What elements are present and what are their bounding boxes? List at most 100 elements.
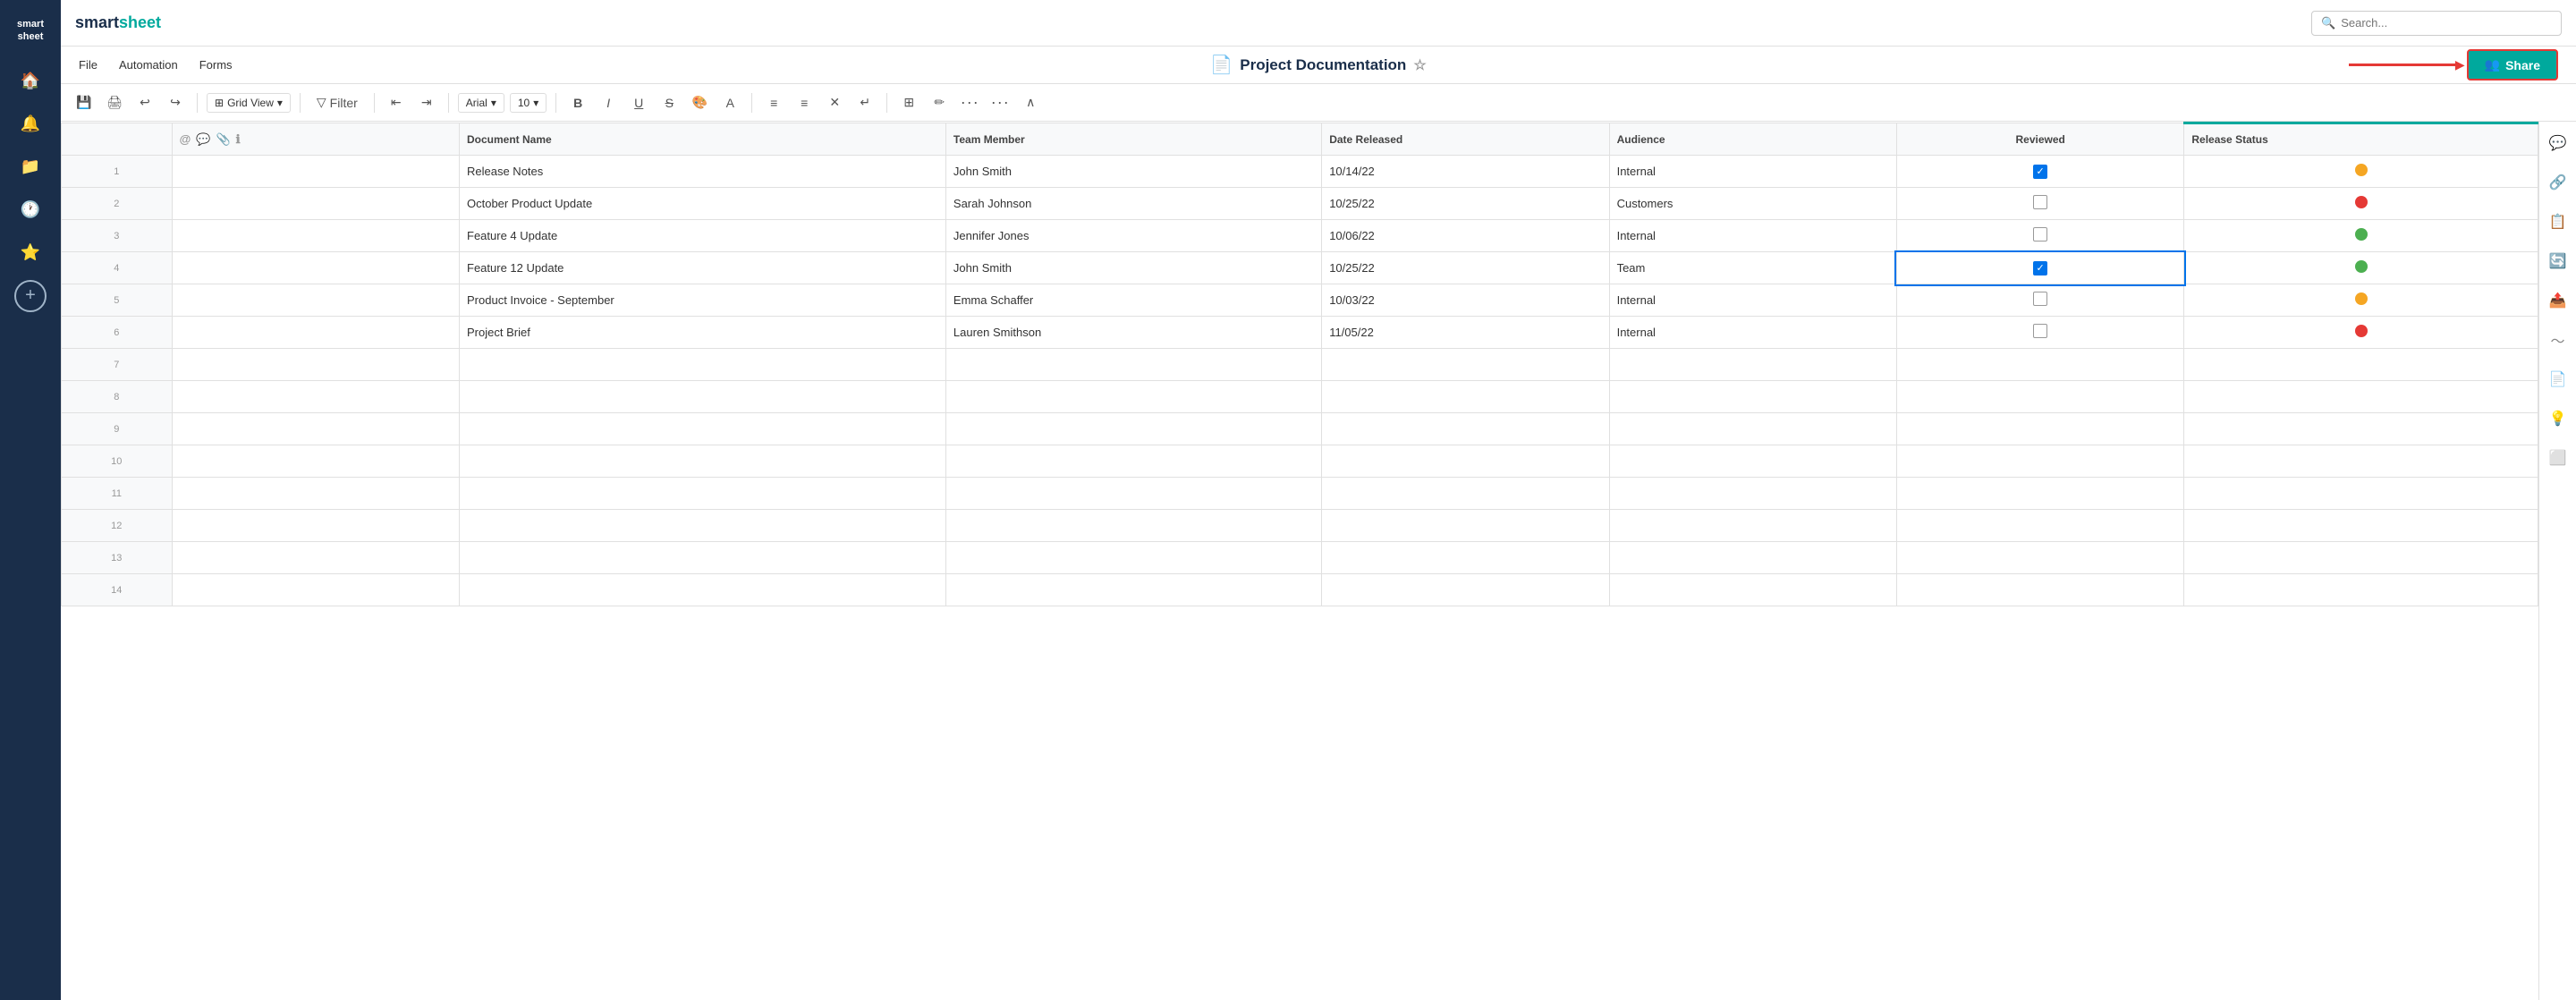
col-doc-header: Document Name (460, 123, 946, 156)
row-number: 12 (62, 510, 173, 542)
align-left-button[interactable]: ≡ (761, 90, 786, 115)
sidebar-item-notifications[interactable]: 🔔 (11, 105, 50, 144)
indent-dec-button[interactable]: ⇤ (384, 90, 409, 115)
toolbar-divider-4 (448, 93, 449, 113)
empty-cell (460, 413, 946, 445)
indent-inc-button[interactable]: ⇥ (414, 90, 439, 115)
empty-cell (2184, 445, 2538, 478)
grid-view-selector[interactable]: ⊞ Grid View ▾ (207, 93, 291, 113)
doc-name-cell: Project Brief (460, 317, 946, 349)
strikethrough-button[interactable]: S (657, 90, 682, 115)
row-number: 4 (62, 252, 173, 284)
print-button[interactable]: 🖨 (102, 90, 127, 115)
sidebar-item-add[interactable]: + (14, 280, 47, 312)
reviewed-cell[interactable] (1896, 284, 2183, 317)
sidebar-item-files[interactable]: 📁 (11, 148, 50, 187)
toolbar: 💾 🖨 ↩ ↪ ⊞ Grid View ▾ ▽ Filter ⇤ ⇥ Arial… (61, 84, 2576, 122)
reviewed-cell[interactable]: ✓ (1896, 252, 2183, 284)
panel-attachments-icon[interactable]: 🔗 (2544, 168, 2572, 197)
reviewed-checkbox[interactable] (2033, 324, 2047, 338)
row-icons-cell (172, 252, 459, 284)
panel-activity-icon[interactable]: 🔄 (2544, 247, 2572, 275)
search-input[interactable] (2341, 16, 2552, 30)
status-dot (2355, 164, 2368, 176)
wrap-button[interactable]: ↵ (852, 90, 877, 115)
font-size-selector[interactable]: 10 ▾ (510, 93, 547, 113)
toolbar-divider-6 (751, 93, 752, 113)
reviewed-checkbox[interactable] (2033, 195, 2047, 209)
reviewed-checkbox[interactable] (2033, 292, 2047, 306)
share-button[interactable]: 👥 Share (2467, 49, 2558, 81)
header-icons: @ 💬 📎 ℹ (180, 132, 452, 147)
reviewed-checkbox[interactable]: ✓ (2033, 165, 2047, 179)
reviewed-cell[interactable] (1896, 317, 2183, 349)
date-released-cell: 10/06/22 (1322, 220, 1609, 252)
panel-comments-icon[interactable]: 💬 (2544, 129, 2572, 157)
redo-button[interactable]: ↪ (163, 90, 188, 115)
empty-cell (1609, 413, 1896, 445)
reviewed-checkbox[interactable]: ✓ (2033, 261, 2047, 275)
empty-cell (1896, 574, 2183, 606)
empty-cell (1609, 349, 1896, 381)
chevron-down-icon: ▾ (277, 97, 283, 109)
table-button[interactable]: ⊞ (896, 90, 921, 115)
favorite-icon[interactable]: ☆ (1413, 56, 1426, 74)
font-size-label: 10 (518, 97, 530, 109)
menu-file[interactable]: File (79, 55, 97, 75)
sidebar-item-starred[interactable]: ⭐ (11, 233, 50, 273)
empty-cell (1896, 381, 2183, 413)
menu-automation[interactable]: Automation (119, 55, 178, 75)
extra-options-button[interactable]: ··· (987, 90, 1013, 115)
align-center-button[interactable]: ≡ (792, 90, 817, 115)
doc-name-cell: Feature 4 Update (460, 220, 946, 252)
collapse-button[interactable]: ∧ (1018, 90, 1043, 115)
table-row: 13 (62, 542, 2538, 574)
panel-export-icon[interactable]: ⬜ (2544, 444, 2572, 472)
save-button[interactable]: 💾 (72, 90, 97, 115)
release-status-cell (2184, 252, 2538, 284)
filter-button[interactable]: ▽ Filter (309, 90, 365, 115)
menu-forms[interactable]: Forms (199, 55, 233, 75)
more-options-button[interactable]: ··· (957, 90, 982, 115)
doc-name-cell: Product Invoice - September (460, 284, 946, 317)
panel-activity2-icon[interactable]: 〜 (2544, 326, 2572, 354)
undo-button[interactable]: ↩ (132, 90, 157, 115)
row-num-header (62, 123, 173, 156)
reviewed-cell[interactable] (1896, 188, 2183, 220)
panel-forms-icon[interactable]: 📋 (2544, 208, 2572, 236)
empty-cell (1609, 381, 1896, 413)
reviewed-cell[interactable]: ✓ (1896, 156, 2183, 188)
doc-name-cell: Release Notes (460, 156, 946, 188)
empty-cell (945, 574, 1321, 606)
reviewed-cell[interactable] (1896, 220, 2183, 252)
sidebar-item-recent[interactable]: 🕐 (11, 191, 50, 230)
empty-cell (2184, 542, 2538, 574)
panel-summary-icon[interactable]: 📄 (2544, 365, 2572, 394)
share-people-icon: 👥 (2485, 57, 2500, 72)
audience-cell: Internal (1609, 156, 1896, 188)
row-icons-cell (172, 542, 459, 574)
info-icon: ℹ (236, 132, 241, 147)
formula-button[interactable]: ✏ (927, 90, 952, 115)
bold-button[interactable]: B (565, 90, 590, 115)
search-box[interactable]: 🔍 (2311, 11, 2562, 36)
underline-button[interactable]: U (626, 90, 651, 115)
status-dot (2355, 228, 2368, 241)
sidebar-item-home[interactable]: 🏠 (11, 62, 50, 101)
italic-button[interactable]: I (596, 90, 621, 115)
share-label: Share (2505, 58, 2540, 72)
clear-format-button[interactable]: ✕ (822, 90, 847, 115)
panel-insights-icon[interactable]: 💡 (2544, 404, 2572, 433)
table-row: 2October Product UpdateSarah Johnson10/2… (62, 188, 2538, 220)
doc-icon: 📄 (1210, 54, 1233, 76)
row-number: 9 (62, 413, 173, 445)
panel-publish-icon[interactable]: 📤 (2544, 286, 2572, 315)
team-member-cell: Emma Schaffer (945, 284, 1321, 317)
empty-cell (1322, 445, 1609, 478)
reviewed-checkbox[interactable] (2033, 227, 2047, 242)
font-selector[interactable]: Arial ▾ (458, 93, 504, 113)
date-released-cell: 10/03/22 (1322, 284, 1609, 317)
text-color-button[interactable]: A (717, 90, 742, 115)
status-dot (2355, 325, 2368, 337)
fill-color-button[interactable]: 🎨 (687, 90, 712, 115)
